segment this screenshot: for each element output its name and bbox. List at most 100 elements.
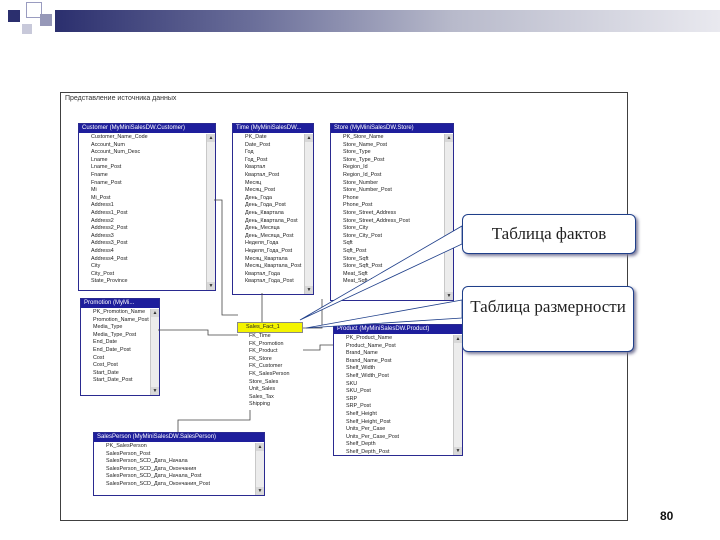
table-column[interactable]: Квартал_Года — [233, 271, 304, 279]
table-column[interactable]: Квартал — [233, 164, 304, 172]
table-column[interactable]: State_Province — [79, 278, 206, 286]
table-column[interactable]: Mi — [79, 187, 206, 195]
table-column[interactable]: Mi_Post — [79, 195, 206, 203]
fact-column[interactable]: Unit_Sales — [237, 386, 303, 394]
table-column[interactable]: Date_Post — [233, 142, 304, 150]
fact-column[interactable]: Shipping — [237, 401, 303, 409]
table-column[interactable]: Units_Per_Case_Post — [334, 434, 453, 442]
table-column[interactable]: Месяц_Квартала — [233, 256, 304, 264]
table-column[interactable]: Promotion_Name_Post — [81, 317, 150, 325]
table-customer[interactable]: Customer (MyMiniSalesDW.Customer) Custom… — [78, 123, 216, 291]
table-column[interactable]: Cost_Post — [81, 362, 150, 370]
scrollbar[interactable]: ▲ ▼ — [255, 443, 264, 495]
table-column[interactable]: Address2 — [79, 218, 206, 226]
table-column[interactable]: Product_Name_Post — [334, 343, 453, 351]
fact-column[interactable]: FK_SalesPerson — [237, 371, 303, 379]
table-column[interactable]: Неделя_Года — [233, 240, 304, 248]
table-column[interactable]: Lname — [79, 157, 206, 165]
fact-column[interactable]: FK_Promotion — [237, 341, 303, 349]
table-column[interactable]: Address2_Post — [79, 225, 206, 233]
table-column[interactable]: Shelf_Width — [334, 365, 453, 373]
table-column[interactable]: Address3_Post — [79, 240, 206, 248]
table-store[interactable]: Store (MyMiniSalesDW.Store) PK_Store_Nam… — [330, 123, 454, 301]
table-column[interactable]: Store_Name_Post — [331, 142, 444, 150]
table-column[interactable]: Месяц_Квартала_Post — [233, 263, 304, 271]
table-column[interactable]: День_Года — [233, 195, 304, 203]
table-column[interactable]: SKU_Post — [334, 388, 453, 396]
table-column[interactable]: SalesPerson_SCD_Дата_Начала — [94, 458, 255, 466]
table-column[interactable]: Media_Type_Post — [81, 332, 150, 340]
table-column[interactable]: Brand_Name_Post — [334, 358, 453, 366]
table-column[interactable]: Store_Street_Address — [331, 210, 444, 218]
table-column[interactable]: Sqft_Post — [331, 248, 444, 256]
scroll-up-icon[interactable]: ▲ — [207, 134, 215, 142]
table-column[interactable]: City — [79, 263, 206, 271]
table-column[interactable]: Store_City_Post — [331, 233, 444, 241]
table-column[interactable]: SalesPerson_SCD_Дата_Начала_Post — [94, 473, 255, 481]
table-column[interactable]: Shelf_Height — [334, 411, 453, 419]
scrollbar[interactable]: ▲ ▼ — [150, 309, 159, 395]
table-sales-fact[interactable]: Sales_Fact_1 FK_Time FK_Promotion FK_Produ… — [237, 322, 303, 410]
table-column[interactable]: Start_Date_Post — [81, 377, 150, 385]
table-column[interactable]: Brand_Name — [334, 350, 453, 358]
scroll-down-icon[interactable]: ▼ — [256, 487, 264, 495]
scroll-down-icon[interactable]: ▼ — [454, 447, 462, 455]
table-column[interactable]: День_Квартала_Post — [233, 218, 304, 226]
table-column[interactable]: Meat_Sqft — [331, 271, 444, 279]
table-column[interactable]: Store_City — [331, 225, 444, 233]
table-column[interactable]: SRP — [334, 396, 453, 404]
table-column[interactable]: SRP_Post — [334, 403, 453, 411]
table-column[interactable]: Start_Date — [81, 370, 150, 378]
table-column[interactable]: Fname_Post — [79, 180, 206, 188]
table-column[interactable]: Год — [233, 149, 304, 157]
table-column[interactable]: PK_Store_Name — [331, 134, 444, 142]
table-column[interactable]: Shelf_Height_Post — [334, 419, 453, 427]
table-column[interactable]: End_Date — [81, 339, 150, 347]
fact-column[interactable]: Sales_Tax — [237, 394, 303, 402]
scroll-up-icon[interactable]: ▲ — [256, 443, 264, 451]
table-column[interactable]: End_Date_Post — [81, 347, 150, 355]
table-column[interactable]: День_Месяца — [233, 225, 304, 233]
table-column[interactable]: Квартал_Post — [233, 172, 304, 180]
fact-column[interactable]: FK_Store — [237, 356, 303, 364]
table-column[interactable]: Shelf_Depth — [334, 441, 453, 449]
table-column[interactable]: Account_Num_Desc — [79, 149, 206, 157]
table-column[interactable]: SalesPerson_SCD_Дата_Окончания_Post — [94, 481, 255, 489]
table-column[interactable]: City_Post — [79, 271, 206, 279]
table-column[interactable]: Shelf_Depth_Post — [334, 449, 453, 455]
table-column[interactable]: SKU — [334, 381, 453, 389]
table-product[interactable]: Product (MyMiniSalesDW.Product) PK_Produ… — [333, 324, 463, 456]
table-column[interactable]: Неделя_Года_Post — [233, 248, 304, 256]
table-column[interactable]: День_Года_Post — [233, 202, 304, 210]
table-column[interactable]: Sqft — [331, 240, 444, 248]
table-column[interactable]: Address4 — [79, 248, 206, 256]
scroll-down-icon[interactable]: ▼ — [207, 282, 215, 290]
table-column[interactable]: Cost — [81, 355, 150, 363]
table-column[interactable]: Shelf_Width_Post — [334, 373, 453, 381]
table-promotion[interactable]: Promotion (MyMi... PK_Promotion_Name Prom… — [80, 298, 160, 396]
table-column[interactable]: Phone — [331, 195, 444, 203]
table-column[interactable]: Address1 — [79, 202, 206, 210]
table-column[interactable]: Месяц_Post — [233, 187, 304, 195]
table-column[interactable]: PK_SalesPerson — [94, 443, 255, 451]
fact-column[interactable]: FK_Customer — [237, 363, 303, 371]
table-column[interactable]: SalesPerson_Post — [94, 451, 255, 459]
table-column[interactable]: Units_Per_Case — [334, 426, 453, 434]
scrollbar[interactable]: ▲ ▼ — [453, 335, 462, 455]
table-column[interactable]: Store_Type — [331, 149, 444, 157]
table-column[interactable]: PK_Promotion_Name — [81, 309, 150, 317]
table-column[interactable]: Region_Id_Post — [331, 172, 444, 180]
table-column[interactable]: PK_Date — [233, 134, 304, 142]
table-column[interactable]: Lname_Post — [79, 164, 206, 172]
table-column[interactable]: Address1_Post — [79, 210, 206, 218]
fact-column[interactable]: Store_Sales — [237, 379, 303, 387]
scroll-up-icon[interactable]: ▲ — [151, 309, 159, 317]
scroll-down-icon[interactable]: ▼ — [151, 387, 159, 395]
table-column[interactable]: Media_Type — [81, 324, 150, 332]
scroll-up-icon[interactable]: ▲ — [454, 335, 462, 343]
table-column[interactable]: Account_Num — [79, 142, 206, 150]
table-column[interactable]: Store_Number — [331, 180, 444, 188]
scroll-down-icon[interactable]: ▼ — [305, 286, 313, 294]
scroll-up-icon[interactable]: ▲ — [305, 134, 313, 142]
table-time[interactable]: Time (MyMiniSalesDW... PK_Date Date_Post Г… — [232, 123, 314, 295]
